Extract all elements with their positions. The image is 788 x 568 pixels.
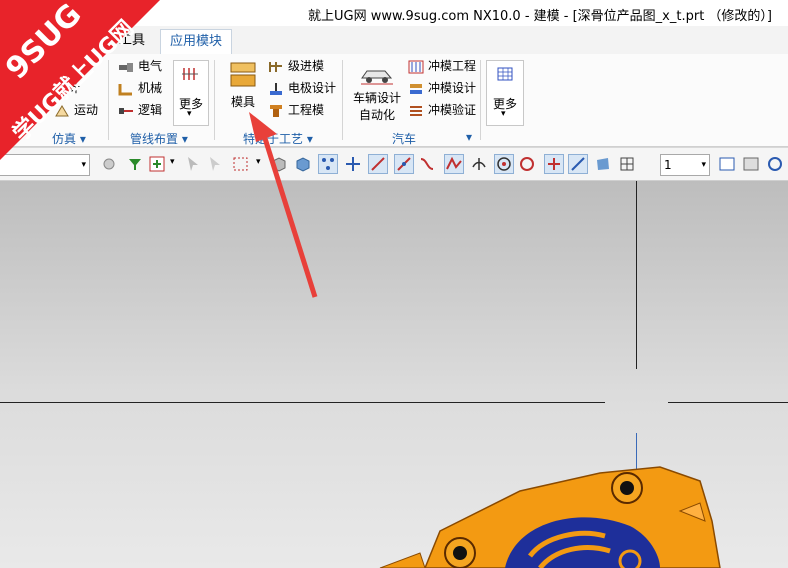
point-on-curve-icon[interactable]	[568, 154, 588, 174]
chevron-down-icon: ▾	[501, 109, 506, 119]
engineering-die-icon	[270, 104, 282, 117]
point-on-face-icon[interactable]	[594, 155, 612, 173]
separator	[214, 60, 215, 140]
quadrant-point-icon[interactable]	[518, 155, 536, 173]
die-design-icon	[410, 83, 422, 94]
control-point-icon[interactable]	[444, 154, 464, 174]
curve-icon[interactable]	[418, 155, 436, 173]
more-button[interactable]: 更多 ▾	[486, 60, 524, 126]
move-icon[interactable]	[344, 155, 362, 173]
routing-more-icon	[182, 68, 198, 80]
layer-dropdown[interactable]: 1 ▾	[660, 154, 710, 176]
chevron-down-icon[interactable]: ▾	[256, 157, 261, 167]
die-validation-button[interactable]: 冲模验证	[408, 100, 476, 120]
routing-more-button[interactable]: 更多 ▾	[173, 60, 209, 126]
existing-point-icon[interactable]	[544, 154, 564, 174]
layer-value: 1	[664, 158, 672, 172]
die-engineering-button[interactable]: 冲模工程	[408, 56, 476, 76]
progressive-die-label: 级进模	[288, 59, 325, 73]
automotive-group-dropdown[interactable]: ▾	[466, 130, 472, 144]
bounded-grid-icon[interactable]	[618, 155, 636, 173]
progressive-die-icon	[269, 61, 282, 72]
die-design-button[interactable]: 冲模设计	[408, 78, 476, 98]
endpoint-icon[interactable]	[368, 154, 388, 174]
separator	[342, 60, 343, 140]
work-layer-icon[interactable]	[742, 155, 760, 173]
layer-settings-icon[interactable]	[718, 155, 736, 173]
chevron-down-icon: ▾	[701, 160, 706, 170]
car-icon	[361, 70, 393, 85]
engineering-die-button[interactable]: 工程模	[268, 100, 324, 120]
electrode-design-button[interactable]: 电极设计	[268, 78, 336, 98]
solid-body-icon[interactable]	[270, 155, 288, 173]
part-model	[379, 466, 721, 568]
pointer-icon[interactable]	[184, 155, 202, 173]
die-engineering-icon	[408, 60, 424, 73]
tab-applications[interactable]: 应用模块	[160, 29, 233, 54]
mold-icon	[230, 62, 256, 87]
vehicle-design-label-2: 自动化	[358, 108, 395, 122]
watermark-banner: 9SUG 学UG就上UG网	[0, 0, 160, 160]
die-design-label: 冲模设计	[428, 81, 477, 95]
rectangle-select-icon[interactable]	[232, 155, 250, 173]
separator	[480, 60, 481, 140]
die-validation-label: 冲模验证	[428, 103, 477, 117]
snap-points-icon[interactable]	[318, 154, 338, 174]
vehicle-design-automation-button[interactable]: 车辆设计 自动化	[352, 64, 402, 126]
chevron-down-icon[interactable]: ▾	[170, 157, 175, 167]
progressive-die-button[interactable]: 级进模	[268, 56, 324, 76]
midpoint-icon[interactable]	[394, 154, 414, 174]
engineering-die-label: 工程模	[288, 103, 325, 117]
intersection-icon[interactable]	[470, 155, 488, 173]
electrode-design-label: 电极设计	[288, 81, 337, 95]
vehicle-design-label-1: 车辆设计	[352, 91, 401, 105]
die-validation-icon	[410, 105, 422, 116]
group-label-automotive: 汽车	[392, 132, 417, 146]
electrode-icon	[270, 82, 282, 95]
chevron-down-icon: ▾	[187, 109, 192, 119]
window-title: 就上UG网 www.9sug.com NX10.0 - 建模 - [深骨位产品图…	[308, 9, 773, 24]
process-label: 特定于工艺	[243, 132, 304, 146]
grid-icon	[497, 67, 513, 81]
mold-wizard-button[interactable]: 模具	[224, 60, 262, 120]
sheet-body-icon[interactable]	[294, 155, 312, 173]
pointer-gray-icon[interactable]	[206, 155, 224, 173]
graphics-window[interactable]	[0, 181, 788, 568]
die-engineering-label: 冲模工程	[428, 59, 477, 73]
refresh-icon[interactable]	[766, 155, 784, 173]
arc-center-icon[interactable]	[494, 154, 514, 174]
mold-label: 模具	[230, 95, 255, 109]
group-label-process[interactable]: 特定于工艺 ▾	[243, 130, 313, 147]
